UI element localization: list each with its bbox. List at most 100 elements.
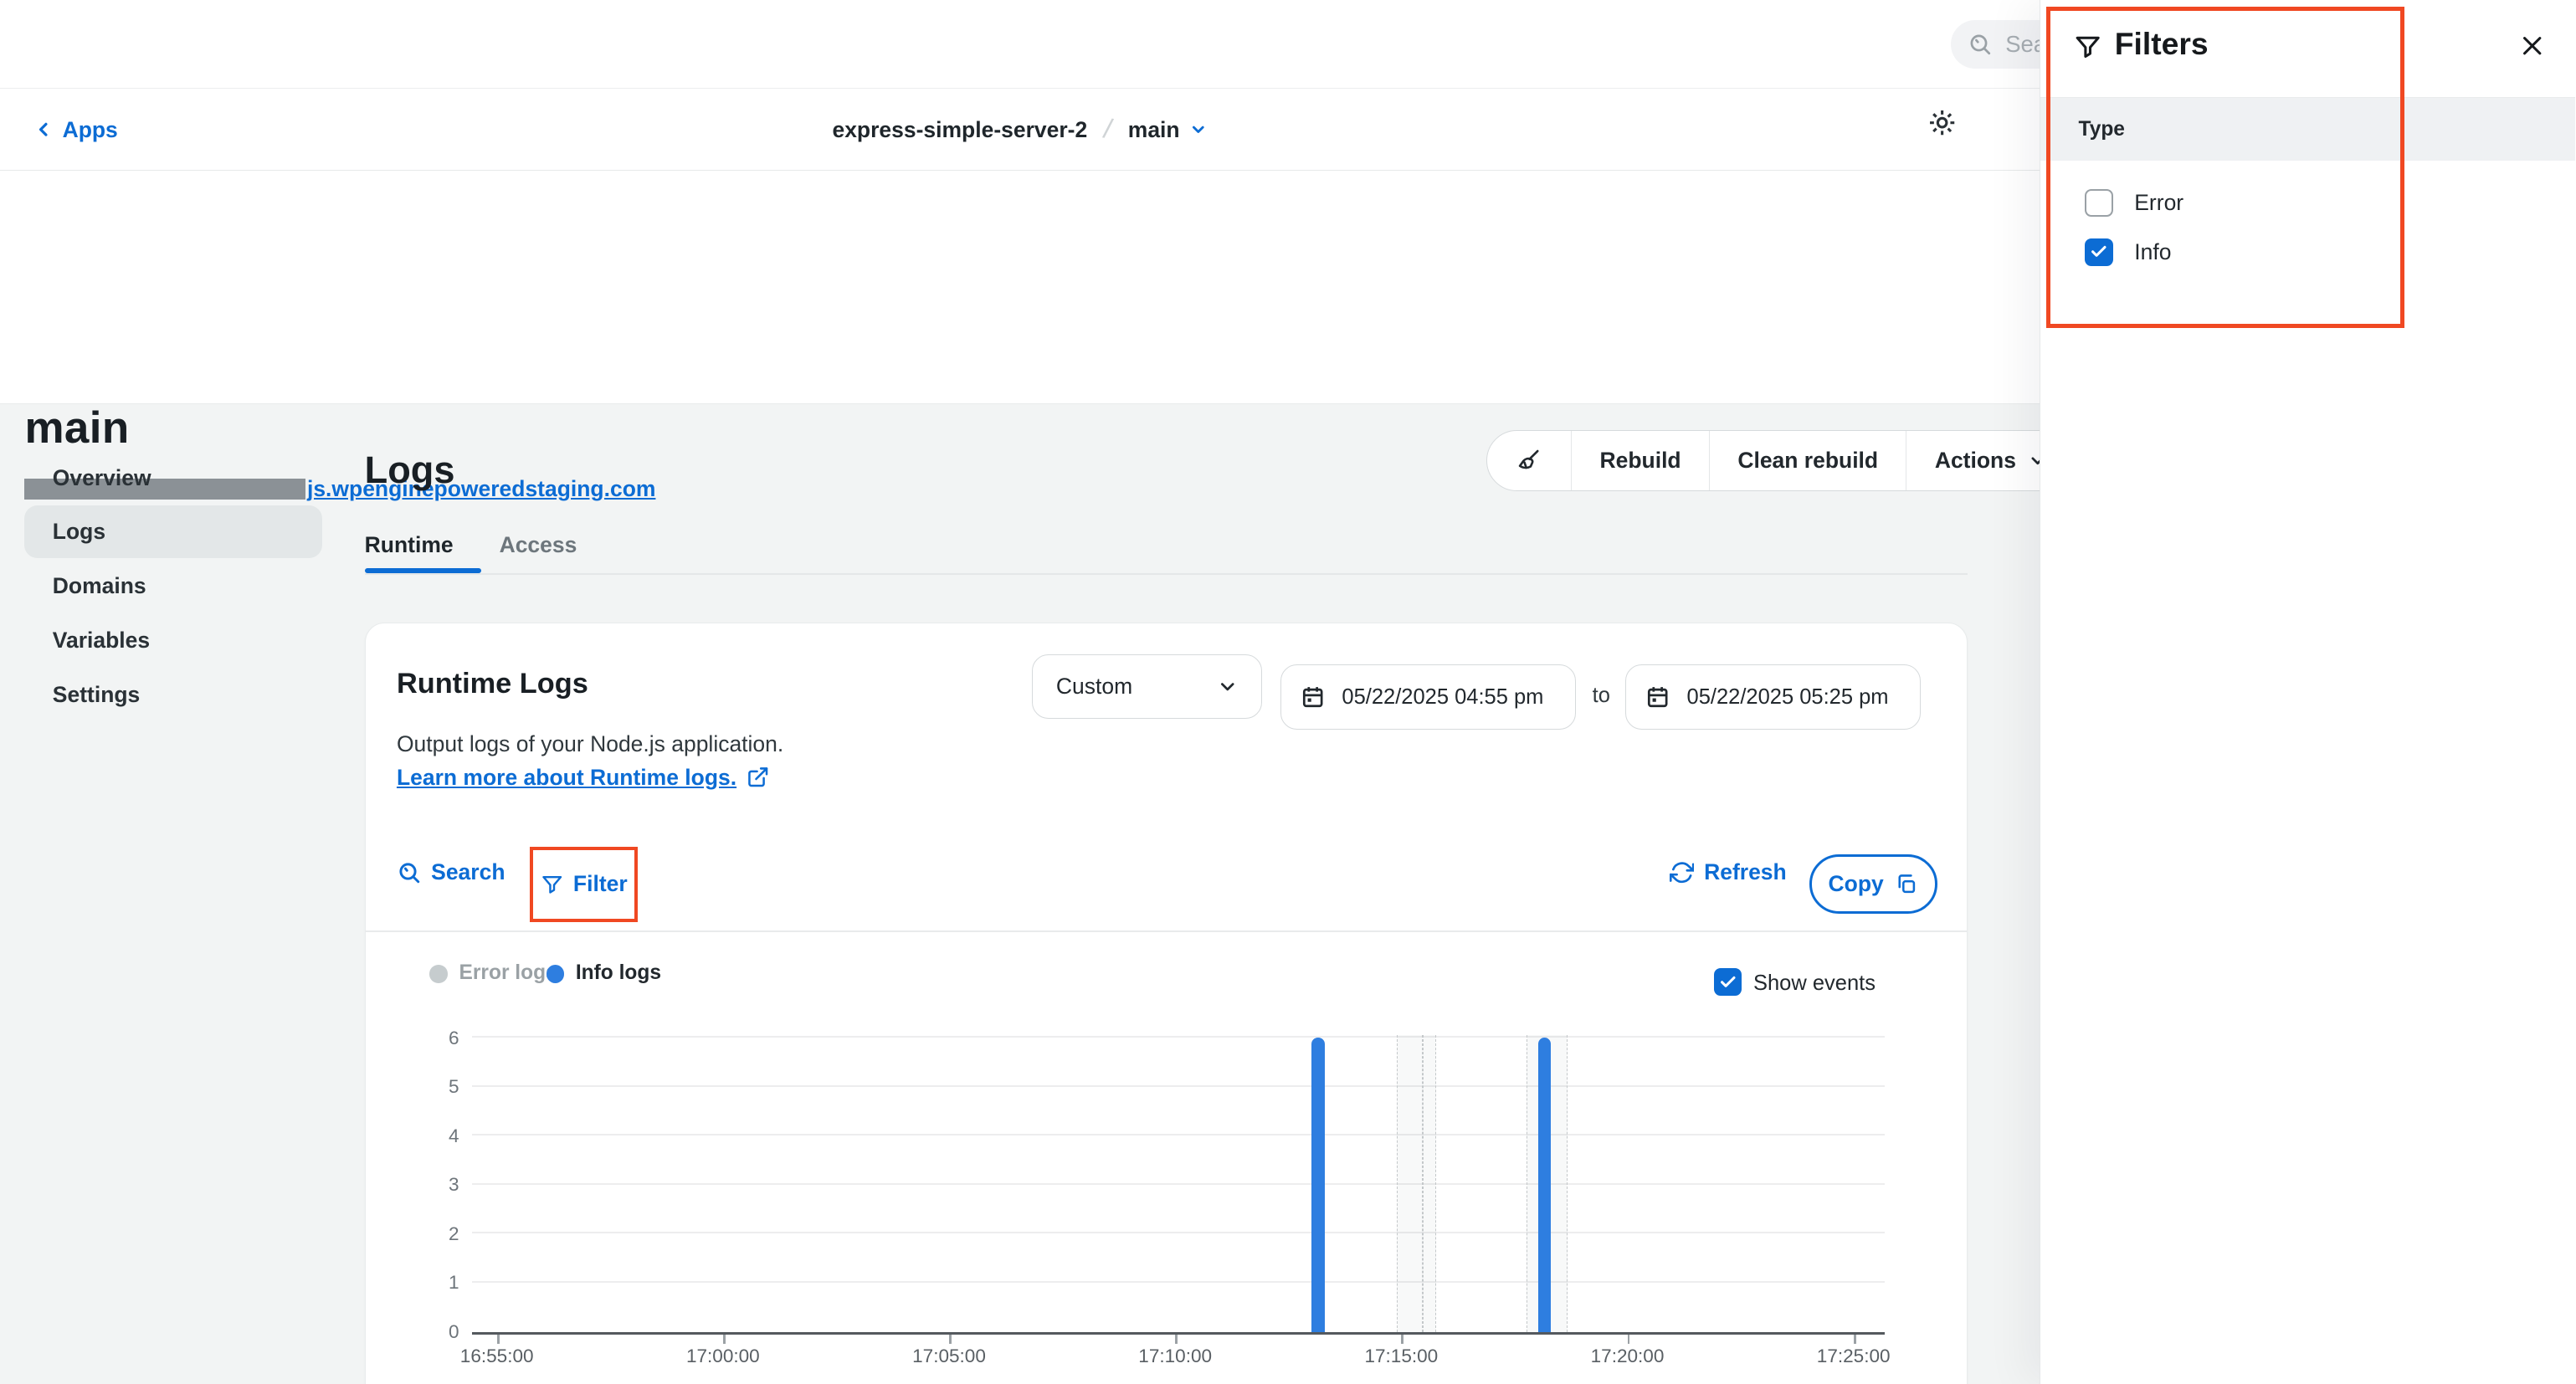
y-axis-label: 2	[413, 1223, 459, 1245]
chart-plot: 012345616:55:0017:00:0017:05:0017:10:001…	[472, 1019, 1885, 1335]
y-axis-label: 4	[413, 1125, 459, 1147]
calendar-icon	[1645, 684, 1670, 709]
sidebar-item-settings[interactable]: Settings	[24, 669, 321, 721]
clean-rebuild-button[interactable]: Clean rebuild	[1710, 431, 1906, 490]
refresh-label: Refresh	[1704, 859, 1787, 885]
x-axis-tick	[1854, 1335, 1856, 1345]
calendar-icon	[1301, 684, 1325, 709]
refresh-button[interactable]: Refresh	[1670, 859, 1787, 885]
gear-icon[interactable]	[1927, 107, 1958, 138]
filter-option-info: Info	[2085, 238, 2171, 266]
clear-cache-button[interactable]	[1487, 431, 1572, 490]
search-icon	[397, 860, 421, 884]
environment-actions-group: Rebuild Clean rebuild Actions	[1486, 430, 2076, 491]
breadcrumb-separator: /	[1101, 113, 1115, 146]
sidebar-item-overview[interactable]: Overview	[24, 452, 321, 505]
actions-label: Actions	[1935, 448, 2016, 474]
x-axis-tick	[949, 1335, 952, 1345]
chart-gridline	[472, 1134, 1885, 1135]
chart-gridline	[472, 1232, 1885, 1233]
tab-runtime[interactable]: Runtime	[365, 529, 454, 561]
date-from-input[interactable]: 05/22/2025 04:55 pm	[1280, 664, 1576, 730]
page-title: main	[24, 402, 129, 454]
breadcrumb: express-simple-server-2 / main	[0, 89, 2040, 171]
logs-search-button[interactable]: Search	[397, 859, 505, 885]
broom-icon	[1515, 447, 1542, 474]
x-axis-tick	[1628, 1335, 1630, 1345]
check-icon	[1719, 973, 1737, 992]
funnel-icon	[541, 873, 563, 895]
x-axis-label: 16:55:00	[431, 1346, 562, 1367]
y-axis-label: 5	[413, 1075, 459, 1098]
breadcrumb-app-name: express-simple-server-2	[832, 117, 1087, 143]
y-axis-label: 0	[413, 1320, 459, 1343]
y-axis-label: 1	[413, 1271, 459, 1294]
info-logs-dot-icon[interactable]	[547, 965, 565, 983]
chart-event-band	[1423, 1035, 1435, 1331]
chart-gridline	[472, 1281, 1885, 1283]
chart-gridline	[472, 1183, 1885, 1185]
date-from-value: 05/22/2025 04:55 pm	[1342, 685, 1543, 710]
close-icon[interactable]	[2519, 33, 2545, 59]
to-label: to	[1593, 684, 1610, 708]
error-logs-dot-icon[interactable]	[429, 965, 448, 983]
environment-switcher[interactable]: main	[1128, 117, 1208, 143]
chart-gridline	[472, 1036, 1885, 1038]
x-axis-label: 17:00:00	[657, 1346, 788, 1367]
type-section-label: Type	[2079, 118, 2125, 141]
x-axis-label: 17:05:00	[884, 1346, 1015, 1367]
funnel-icon	[2074, 33, 2101, 60]
show-events-label: Show events	[1753, 971, 1876, 996]
tabs-divider	[365, 573, 1968, 575]
runtime-logs-chart: 012345616:55:0017:00:0017:05:0017:10:001…	[472, 1019, 1885, 1335]
tab-access[interactable]: Access	[500, 529, 577, 561]
x-axis-tick	[497, 1335, 500, 1345]
y-axis-label: 6	[413, 1027, 459, 1049]
clean-rebuild-label: Clean rebuild	[1737, 448, 1878, 474]
filters-panel: Filters Type Error Info	[2040, 0, 2575, 1384]
sidebar: Overview Logs Domains Variables Settings	[24, 452, 321, 723]
filters-type-section-header: Type	[2040, 97, 2575, 161]
copy-icon	[1895, 873, 1917, 895]
x-axis-tick	[723, 1335, 726, 1345]
filter-label: Filter	[573, 871, 628, 897]
chart-bar	[1538, 1038, 1552, 1331]
date-to-input[interactable]: 05/22/2025 05:25 pm	[1625, 664, 1921, 730]
sidebar-item-domains[interactable]: Domains	[24, 560, 321, 613]
check-icon	[2090, 243, 2108, 261]
error-checkbox[interactable]	[2085, 189, 2112, 217]
y-axis-label: 3	[413, 1173, 459, 1196]
environment-name: main	[1128, 117, 1180, 143]
legend-error-logs[interactable]: Error logs	[459, 961, 557, 985]
logs-filter-button[interactable]: Filter	[541, 871, 628, 897]
x-axis-label: 17:20:00	[1562, 1346, 1693, 1367]
rebuild-button[interactable]: Rebuild	[1572, 431, 1710, 490]
environment-url-link[interactable]: js.wpenginepoweredstaging.com	[307, 476, 655, 502]
rebuild-label: Rebuild	[1600, 448, 1681, 474]
learn-more-label: Learn more about Runtime logs.	[397, 765, 736, 791]
legend-info-logs[interactable]: Info logs	[576, 961, 661, 985]
app-root: Apps express-simple-server-2 / main main…	[0, 0, 2575, 1384]
external-link-icon	[747, 766, 769, 788]
time-range-value: Custom	[1056, 674, 1132, 700]
x-axis-label: 17:10:00	[1110, 1346, 1241, 1367]
section-title: Logs	[365, 449, 455, 492]
card-description: Output logs of your Node.js application.	[397, 731, 783, 757]
runtime-logs-card: Runtime Logs Custom 05/22/2025 04:55 pm …	[365, 623, 1968, 1384]
info-option-label: Info	[2134, 239, 2171, 265]
error-option-label: Error	[2134, 190, 2183, 216]
x-axis-tick	[1175, 1335, 1178, 1345]
learn-more-link[interactable]: Learn more about Runtime logs.	[397, 765, 769, 791]
refresh-icon	[1670, 860, 1694, 884]
filter-button-highlight: Filter	[530, 847, 639, 922]
chart-bar	[1311, 1038, 1325, 1331]
info-checkbox[interactable]	[2085, 238, 2112, 266]
search-label: Search	[431, 859, 505, 885]
sidebar-item-variables[interactable]: Variables	[24, 614, 321, 667]
time-range-select[interactable]: Custom	[1032, 654, 1262, 719]
copy-button[interactable]: Copy	[1809, 854, 1937, 914]
filter-option-error: Error	[2085, 189, 2183, 217]
sidebar-item-logs[interactable]: Logs	[24, 505, 321, 558]
filters-panel-title: Filters	[2115, 26, 2209, 62]
show-events-checkbox[interactable]	[1714, 968, 1742, 996]
